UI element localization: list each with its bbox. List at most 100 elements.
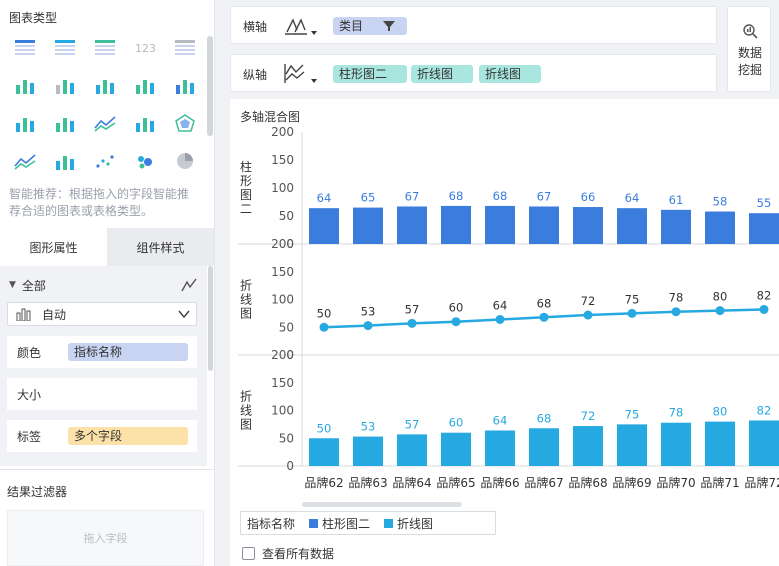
area-chart-icon-glyph [14,154,36,170]
properties-scrollbar[interactable] [208,266,213,371]
bar[interactable] [309,208,339,244]
data-label: 55 [757,196,772,210]
property-color[interactable]: 颜色 指标名称 [7,336,197,368]
chart-types-title: 图表类型 [9,11,58,25]
collapse-chevron-icon[interactable]: ▼ [9,280,16,290]
line-style-icon[interactable] [181,277,197,293]
horizontal-scrollbar[interactable] [302,502,462,507]
y-field-pill-bar2[interactable]: 柱形图二 [333,65,407,83]
column-chart-icon[interactable] [132,74,158,96]
legend-item-bar2[interactable]: 柱形图二 [322,515,370,532]
scatter-icon[interactable] [92,150,118,172]
data-label: 82 [757,403,772,417]
y-tick-label: 150 [271,376,294,390]
kpi-number-icon[interactable]: 123 [132,36,158,58]
property-size[interactable]: 大小 [7,378,197,410]
x-tick-label: 品牌62 [304,476,343,490]
axis-type-icon[interactable] [283,62,323,86]
line-point[interactable] [407,318,417,328]
data-label: 78 [669,406,684,420]
radar-icon[interactable] [172,112,198,134]
line-point[interactable] [759,304,769,314]
pie-icon[interactable] [172,150,198,172]
x-field-name: 类目 [339,19,364,33]
area-chart-icon[interactable] [12,150,38,172]
line-point[interactable] [451,317,461,327]
map-icon[interactable] [52,74,78,96]
stacked-bar-icon[interactable] [92,74,118,96]
data-mining-button[interactable]: 数据 挖掘 [727,6,771,92]
bubble-icon-glyph [138,156,152,169]
chart-types-scrollbar[interactable] [207,36,213,136]
axis-label-char: 折 [240,278,252,293]
bar[interactable] [397,434,427,466]
y-axis-shelf[interactable]: 纵轴 柱形图二 折线图 折线图 [230,54,717,92]
bar[interactable] [485,430,515,466]
y-tick-label: 100 [271,404,294,418]
bar[interactable] [441,205,471,244]
legend-item-line[interactable]: 折线图 [397,515,433,532]
line-point[interactable] [495,314,505,324]
view-all-data-row[interactable]: 查看所有数据 [242,545,334,562]
chart-type-select[interactable]: 自动 [7,302,197,326]
combo-chart-icon[interactable] [52,150,78,172]
bar[interactable] [397,206,427,244]
bar[interactable] [529,206,559,244]
tab-graphic-properties[interactable]: 图形属性 [0,228,107,266]
chart-type-grid: 123 [12,36,202,186]
bar[interactable] [353,207,383,244]
line-point[interactable] [539,312,549,322]
line-point[interactable] [363,321,373,331]
y-tick-label: 150 [271,265,294,279]
tab-component-style[interactable]: 组件样式 [107,228,214,266]
x-axis-shelf[interactable]: 横轴 类目 [230,6,717,44]
bar[interactable] [485,205,515,244]
line-point[interactable] [627,308,637,318]
combo-line-icon[interactable] [132,112,158,134]
bar[interactable] [705,211,735,244]
bar[interactable] [705,421,735,466]
bar[interactable] [749,420,779,466]
bar[interactable] [573,207,603,244]
bar[interactable] [353,436,383,466]
y-tick-label: 50 [279,209,294,223]
data-label: 72 [581,409,596,423]
axis-type-icon[interactable] [283,14,323,38]
line-chart-icon[interactable] [92,112,118,134]
view-all-checkbox[interactable] [242,547,255,560]
filter-icon[interactable] [383,20,395,32]
grouped-column-icon[interactable] [172,74,198,96]
x-field-pill-category[interactable]: 类目 [333,17,407,35]
bar[interactable] [573,426,603,466]
scatter-matrix-icon[interactable] [12,74,38,96]
color-field-pill[interactable]: 指标名称 [68,343,188,361]
bar[interactable] [661,422,691,466]
label-field-pill[interactable]: 多个字段 [68,427,188,445]
detail-table-icon[interactable] [92,36,118,58]
property-label[interactable]: 标签 多个字段 [7,420,197,452]
y-field-pill-line-2[interactable]: 折线图 [479,65,541,83]
bar[interactable] [529,428,559,466]
cross-table-icon[interactable] [12,36,38,58]
line-point[interactable] [715,306,725,316]
bar[interactable] [661,209,691,244]
bar[interactable] [441,432,471,466]
group-table-icon[interactable] [52,36,78,58]
y-field-pill-line-1[interactable]: 折线图 [411,65,473,83]
smart-recommend-hint: 智能推荐：根据拖入的字段智能推荐合适的图表或表格类型。 [9,187,190,218]
horizontal-bar-icon[interactable] [12,112,38,134]
bar[interactable] [749,213,779,244]
x-axis-label: 横轴 [243,20,268,34]
waterfall-icon[interactable] [52,112,78,134]
bar[interactable] [617,208,647,244]
line-point[interactable] [319,322,329,332]
line-point[interactable] [583,310,593,320]
line-point[interactable] [671,307,681,317]
bar[interactable] [617,424,647,466]
column-chart-icon [16,308,31,321]
text-table-icon[interactable] [172,36,198,58]
filter-drop-zone[interactable]: 拖入字段 [7,510,204,566]
all-series-row[interactable]: ▼ 全部 [9,276,199,294]
bubble-icon[interactable] [132,150,158,172]
bar[interactable] [309,438,339,466]
